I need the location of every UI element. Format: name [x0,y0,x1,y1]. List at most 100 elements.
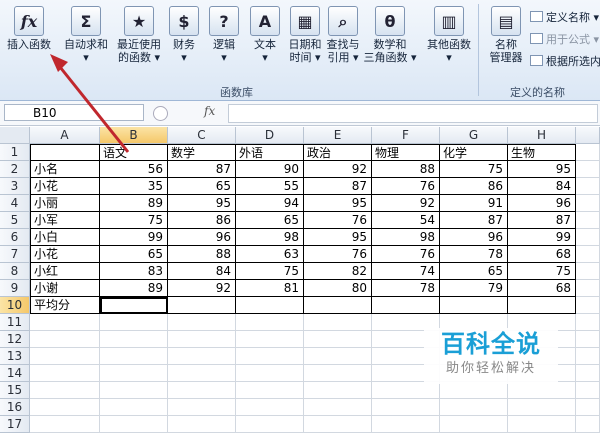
empty-cell[interactable] [576,178,600,195]
empty-cell[interactable] [576,297,600,314]
name-manager-button[interactable]: ▤ 名称 管理器 [484,4,528,64]
grade-cell[interactable]: 78 [372,280,440,297]
empty-cell[interactable] [576,314,600,331]
grade-cell[interactable]: 99 [100,229,168,246]
grade-cell[interactable]: 75 [440,161,508,178]
ribbon-button-8[interactable]: ⌕ 查找与 引用 ▾ [324,4,362,64]
header-cell[interactable]: 语文 [100,144,168,161]
name-cell[interactable]: 小白 [30,229,100,246]
column-header-G[interactable]: G [440,127,508,144]
name-cell[interactable]: 小军 [30,212,100,229]
grade-cell[interactable] [100,331,168,348]
grade-cell[interactable]: 68 [508,280,576,297]
header-cell[interactable]: 化学 [440,144,508,161]
name-cell[interactable] [30,314,100,331]
name-cell[interactable] [30,365,100,382]
grade-cell[interactable]: 76 [304,246,372,263]
grade-cell[interactable] [236,314,304,331]
empty-cell[interactable] [576,382,600,399]
name-cell[interactable]: 小花 [30,246,100,263]
grade-cell[interactable] [236,382,304,399]
grade-cell[interactable] [100,365,168,382]
grade-cell[interactable]: 54 [372,212,440,229]
grade-cell[interactable]: 65 [236,212,304,229]
row-header-3[interactable]: 3 [0,178,30,195]
empty-cell[interactable] [576,399,600,416]
empty-cell[interactable] [576,246,600,263]
row-header-9[interactable]: 9 [0,280,30,297]
grade-cell[interactable]: 94 [236,195,304,212]
grade-cell[interactable]: 75 [100,212,168,229]
name-box[interactable]: B10 [4,104,144,121]
grade-cell[interactable]: 98 [236,229,304,246]
row-header-8[interactable]: 8 [0,263,30,280]
name-cell[interactable] [30,331,100,348]
grade-cell[interactable] [372,416,440,433]
empty-cell[interactable] [576,144,600,161]
column-header-D[interactable]: D [236,127,304,144]
row-header-5[interactable]: 5 [0,212,30,229]
grade-cell[interactable]: 89 [100,280,168,297]
grade-cell[interactable]: 95 [508,161,576,178]
empty-cell[interactable] [576,263,600,280]
grade-cell[interactable]: 68 [508,246,576,263]
grade-cell[interactable] [100,399,168,416]
grade-cell[interactable]: 79 [440,280,508,297]
column-header-E[interactable]: E [304,127,372,144]
empty-cell[interactable] [576,365,600,382]
grade-cell[interactable] [168,382,236,399]
grade-cell[interactable]: 87 [440,212,508,229]
row-header-15[interactable]: 15 [0,382,30,399]
grade-cell[interactable]: 88 [372,161,440,178]
grade-cell[interactable] [508,399,576,416]
grade-cell[interactable] [100,348,168,365]
grade-cell[interactable] [100,416,168,433]
grade-cell[interactable] [168,331,236,348]
column-header-A[interactable]: A [30,127,100,144]
grade-cell[interactable]: 92 [372,195,440,212]
grade-cell[interactable]: 99 [508,229,576,246]
header-cell[interactable]: 外语 [236,144,304,161]
row-header-11[interactable]: 11 [0,314,30,331]
header-cell[interactable]: 生物 [508,144,576,161]
grade-cell[interactable] [168,416,236,433]
grade-cell[interactable]: 65 [168,178,236,195]
grade-cell[interactable] [236,416,304,433]
column-header-C[interactable]: C [168,127,236,144]
grade-cell[interactable] [168,365,236,382]
grade-cell[interactable] [100,297,168,314]
grade-cell[interactable]: 91 [440,195,508,212]
row-header-14[interactable]: 14 [0,365,30,382]
grade-cell[interactable]: 96 [168,229,236,246]
grade-cell[interactable] [100,382,168,399]
grade-cell[interactable]: 84 [508,178,576,195]
grade-cell[interactable] [304,399,372,416]
grade-cell[interactable]: 76 [372,178,440,195]
grade-cell[interactable]: 95 [304,195,372,212]
grade-cell[interactable] [440,416,508,433]
name-cell[interactable]: 小丽 [30,195,100,212]
grade-cell[interactable]: 55 [236,178,304,195]
name-cell[interactable]: 小谢 [30,280,100,297]
ribbon-button-5[interactable]: ? 逻辑 ▾ [204,4,244,64]
name-cell[interactable]: 平均分 [30,297,100,314]
grade-cell[interactable]: 87 [508,212,576,229]
grade-cell[interactable]: 74 [372,263,440,280]
grade-cell[interactable]: 90 [236,161,304,178]
grade-cell[interactable] [372,399,440,416]
grade-cell[interactable]: 75 [236,263,304,280]
name-cell[interactable] [30,382,100,399]
grade-cell[interactable] [168,399,236,416]
column-header-B[interactable]: B [100,127,168,144]
grade-cell[interactable]: 92 [168,280,236,297]
grade-cell[interactable] [304,331,372,348]
grade-cell[interactable] [236,365,304,382]
cancel-circle-icon[interactable] [153,106,168,121]
row-header-10[interactable]: 10 [0,297,30,314]
grade-cell[interactable]: 75 [508,263,576,280]
grade-cell[interactable]: 98 [372,229,440,246]
grade-cell[interactable]: 96 [508,195,576,212]
empty-cell[interactable] [576,229,600,246]
empty-cell[interactable] [576,161,600,178]
formula-input[interactable] [228,104,598,123]
